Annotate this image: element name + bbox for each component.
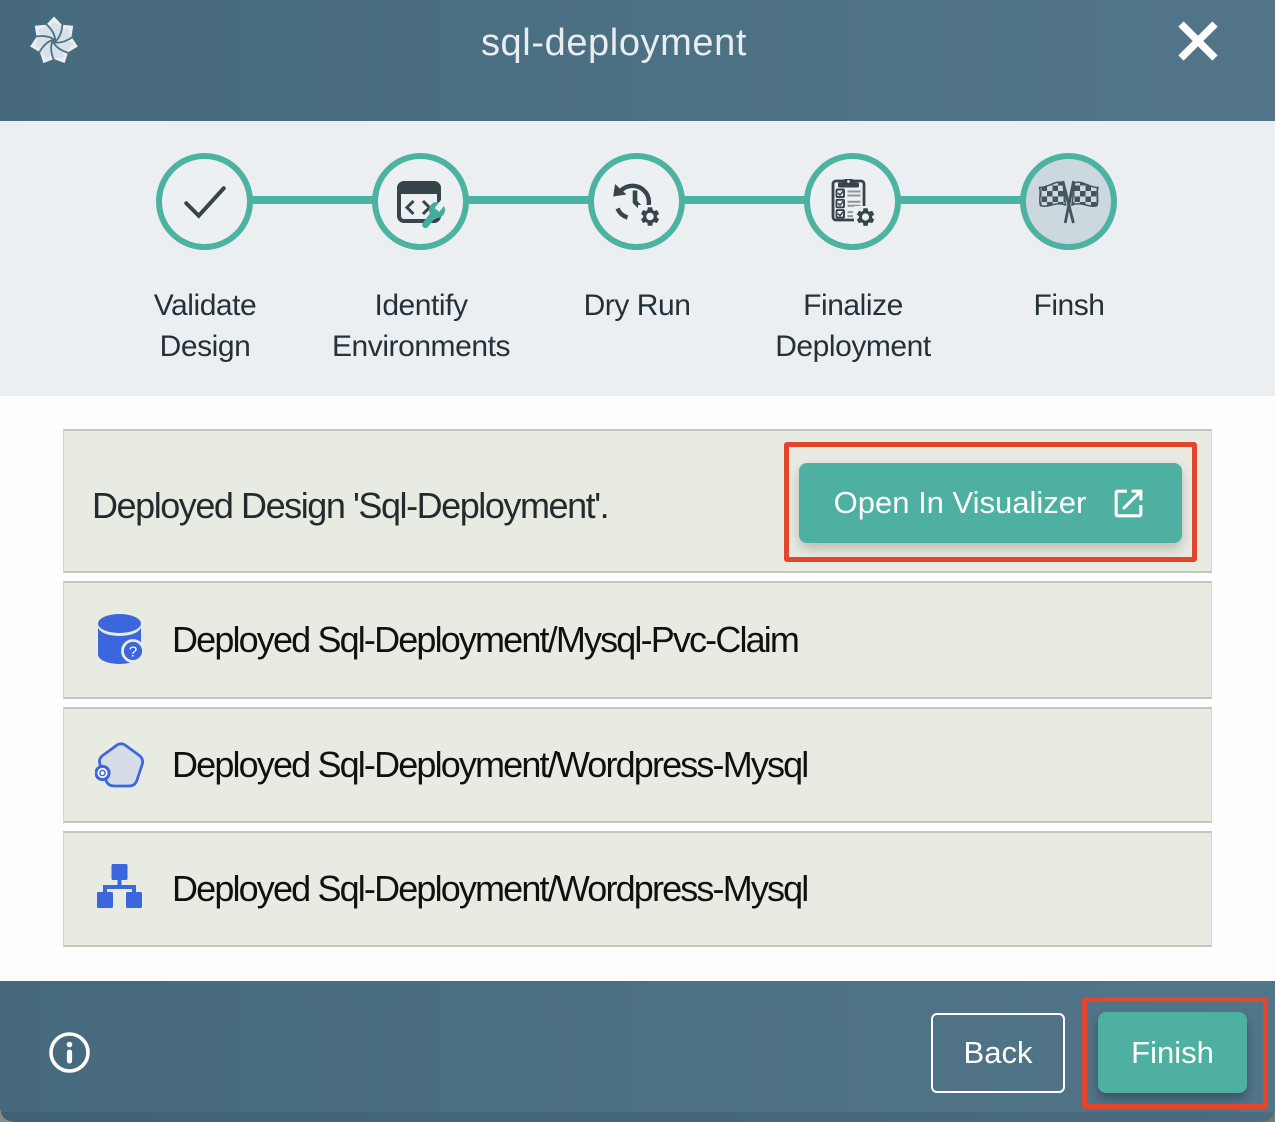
- svg-text:?: ?: [129, 644, 137, 661]
